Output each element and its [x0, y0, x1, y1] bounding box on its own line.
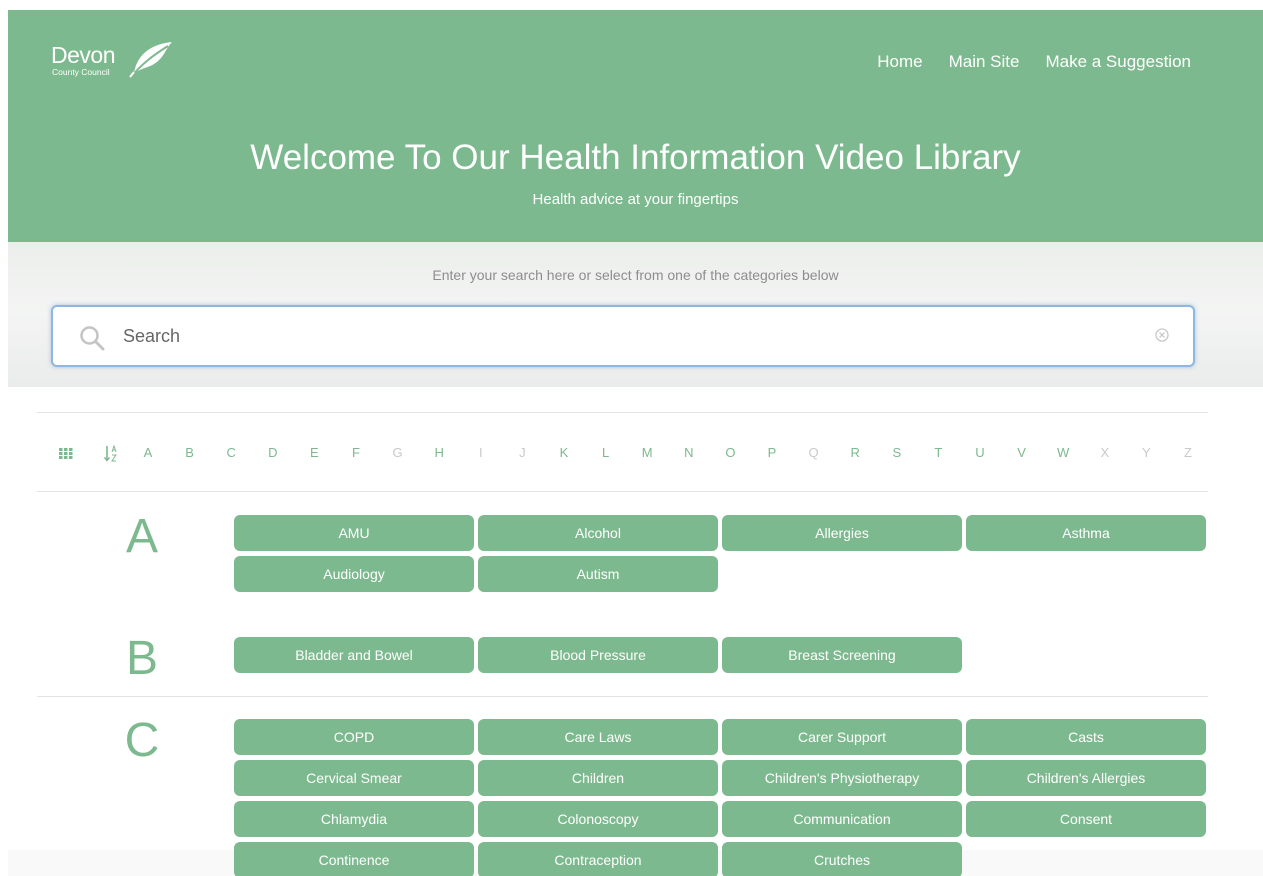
nav-home-link[interactable]: Home — [877, 52, 922, 72]
topic-button[interactable]: COPD — [234, 719, 474, 755]
topic-button[interactable]: Breast Screening — [722, 637, 962, 673]
alphabet-filter: A B C D E F G H I J K L M N O P Q R S T U V W X Y Z — [37, 412, 1208, 492]
topic-button[interactable]: Communication — [722, 801, 962, 837]
topic-button[interactable]: Chlamydia — [234, 801, 474, 837]
topic-button[interactable]: Cervical Smear — [234, 760, 474, 796]
alphabet-letter-g: G — [392, 445, 403, 460]
topic-button[interactable]: AMU — [234, 515, 474, 551]
alphabet-letter-w[interactable]: W — [1057, 445, 1069, 460]
alphabet-letter-a[interactable]: A — [144, 445, 153, 460]
alphabet-letter-d[interactable]: D — [268, 445, 277, 460]
group-letter-b: B — [125, 632, 158, 685]
topic-button[interactable]: Autism — [478, 556, 718, 592]
search-hint: Enter your search here or select from on… — [432, 267, 839, 283]
page: Devon County Council Home Main Site Make… — [8, 10, 1263, 876]
topic-button[interactable]: Colonoscopy — [478, 801, 718, 837]
topic-button[interactable]: Crutches — [722, 842, 962, 876]
topic-button[interactable]: Continence — [234, 842, 474, 876]
topic-button[interactable]: Asthma — [966, 515, 1206, 551]
alphabet-letter-h[interactable]: H — [434, 445, 443, 460]
alphabet-letter-p[interactable]: P — [768, 445, 777, 460]
topic-button[interactable]: Blood Pressure — [478, 637, 718, 673]
leaf-logo-icon — [129, 42, 172, 78]
alphabet-letter-l[interactable]: L — [602, 445, 609, 460]
search-section: Enter your search here or select from on… — [8, 242, 1263, 387]
divider — [37, 696, 1208, 697]
alphabet-letter-t[interactable]: T — [934, 445, 942, 460]
alphabet-letter-e[interactable]: E — [310, 445, 319, 460]
alphabet-letter-i: I — [478, 445, 483, 460]
topic-button[interactable]: Audiology — [234, 556, 474, 592]
page-subtitle: Health advice at your fingertips — [532, 191, 739, 208]
page-title: Welcome To Our Health Information Video … — [250, 138, 1021, 177]
topic-button[interactable]: Children's Physiotherapy — [722, 760, 962, 796]
alphabet-letter-x: X — [1100, 445, 1110, 460]
nav-suggestion-link[interactable]: Make a Suggestion — [1045, 52, 1191, 72]
topic-button[interactable]: Carer Support — [722, 719, 962, 755]
alphabet-letter-u[interactable]: U — [975, 445, 984, 460]
alphabet-letter-f[interactable]: F — [352, 445, 360, 460]
topic-button[interactable]: Children — [478, 760, 718, 796]
topic-button[interactable]: Bladder and Bowel — [234, 637, 474, 673]
topic-button[interactable]: Consent — [966, 801, 1206, 837]
alphabet-letter-z: Z — [1184, 445, 1192, 460]
clear-icon[interactable] — [1155, 328, 1169, 342]
topic-button[interactable]: Care Laws — [478, 719, 718, 755]
divider — [37, 491, 1208, 492]
grid-view-icon[interactable] — [59, 448, 73, 459]
topic-button[interactable]: Contraception — [478, 842, 718, 876]
search-input[interactable] — [123, 321, 1123, 351]
alphabet-letter-q: Q — [808, 445, 819, 460]
alphabet-letter-c[interactable]: C — [226, 445, 235, 460]
alphabet-letter-k[interactable]: K — [560, 445, 569, 460]
alphabet-letter-b[interactable]: B — [185, 445, 194, 460]
alphabet-letter-n[interactable]: N — [684, 445, 693, 460]
top-nav: Home Main Site Make a Suggestion — [877, 52, 1191, 72]
hero-header: Devon County Council Home Main Site Make… — [8, 10, 1263, 242]
topic-button[interactable]: Children's Allergies — [966, 760, 1206, 796]
nav-main-site-link[interactable]: Main Site — [949, 52, 1020, 72]
logo-subtitle: County Council — [52, 67, 110, 77]
alphabet-letter-o[interactable]: O — [725, 445, 735, 460]
alphabet-letter-m[interactable]: M — [642, 445, 653, 460]
alphabet-letter-v[interactable]: V — [1017, 445, 1026, 460]
logo[interactable]: Devon County Council — [51, 36, 181, 86]
sort-alpha-icon[interactable] — [104, 445, 118, 462]
topic-button[interactable]: Casts — [966, 719, 1206, 755]
group-letter-a: A — [125, 510, 158, 563]
logo-name: Devon — [51, 42, 115, 68]
alphabet-letter-s[interactable]: S — [892, 445, 901, 460]
alphabet-letter-r[interactable]: R — [850, 445, 859, 460]
topic-button[interactable]: Allergies — [722, 515, 962, 551]
alphabet-letter-y: Y — [1142, 445, 1151, 460]
search-icon — [80, 326, 105, 351]
group-letter-c: C — [124, 714, 160, 767]
alphabet-letter-j: J — [519, 445, 526, 460]
search-box[interactable] — [51, 305, 1195, 367]
topic-button[interactable]: Alcohol — [478, 515, 718, 551]
